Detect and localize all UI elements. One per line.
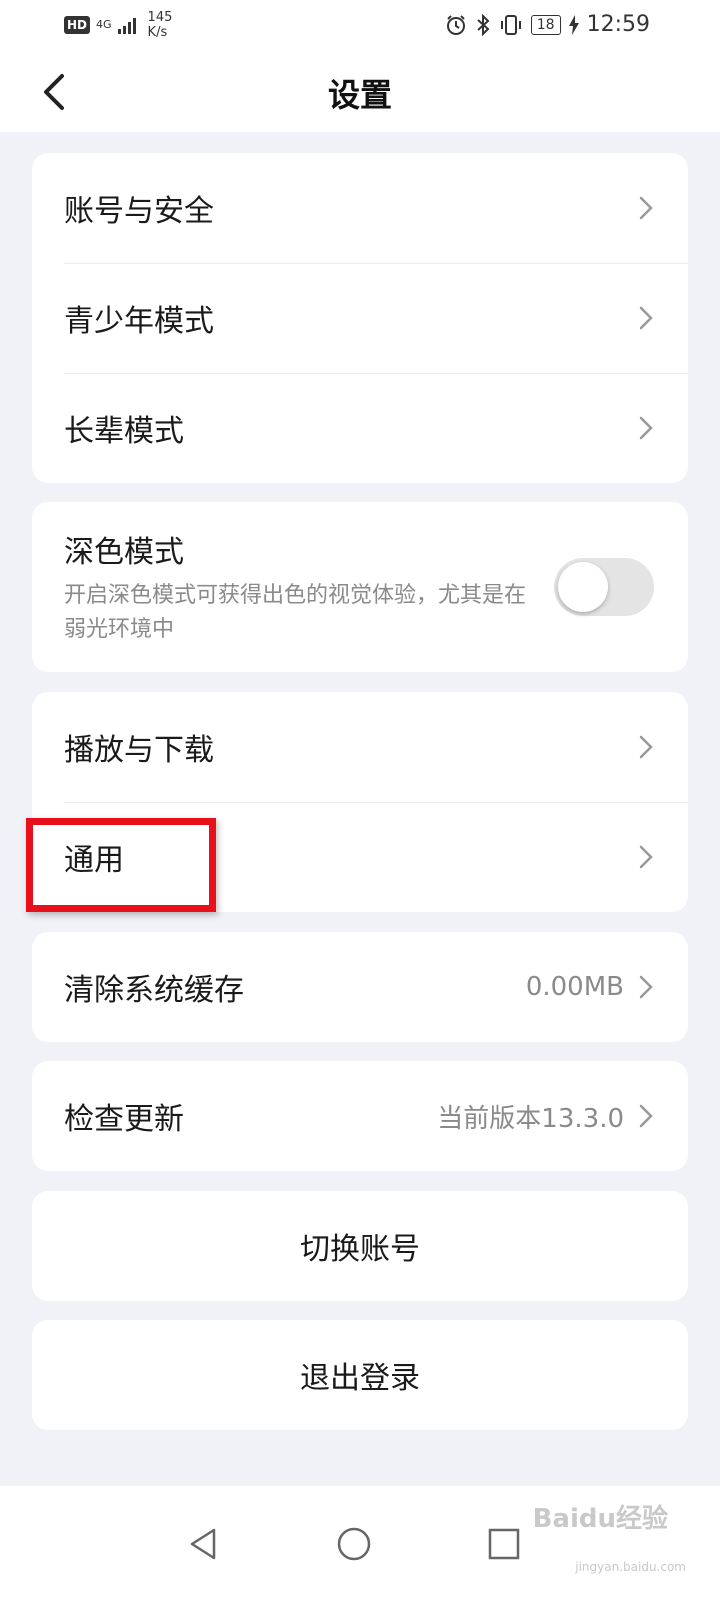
status-bar: HD 4G 145 K/s 18 12:59 bbox=[0, 0, 720, 52]
cache-size-value: 0.00MB bbox=[525, 972, 624, 1002]
hd-badge: HD bbox=[64, 16, 91, 34]
clock: 12:59 bbox=[586, 12, 650, 37]
charging-icon bbox=[568, 14, 579, 35]
check-update-item[interactable]: 检查更新 当前版本13.3.0 bbox=[32, 1061, 688, 1171]
chevron-right-icon bbox=[639, 845, 653, 869]
dark-mode-text: 深色模式 开启深色模式可获得出色的视觉体验，尤其是在弱光环境中 bbox=[64, 527, 554, 647]
teen-mode-label: 青少年模式 bbox=[64, 304, 214, 339]
alarm-icon bbox=[446, 14, 465, 35]
chevron-right-icon bbox=[639, 196, 653, 220]
chevron-right-icon bbox=[639, 306, 653, 330]
switch-account-label: 切换账号 bbox=[300, 1232, 420, 1267]
logout-button[interactable]: 退出登录 bbox=[32, 1320, 688, 1430]
switch-account-button[interactable]: 切换账号 bbox=[32, 1191, 688, 1301]
cache-card: 清除系统缓存 0.00MB bbox=[32, 932, 688, 1042]
chevron-right-icon bbox=[639, 975, 653, 999]
page-title: 设置 bbox=[327, 76, 392, 114]
update-card: 检查更新 当前版本13.3.0 bbox=[32, 1061, 688, 1171]
general-item[interactable]: 通用 bbox=[32, 802, 688, 912]
vibrate-icon bbox=[500, 14, 521, 35]
playback-download-label: 播放与下载 bbox=[64, 733, 214, 768]
speed-value: 145 bbox=[147, 10, 173, 25]
clear-cache-label: 清除系统缓存 bbox=[64, 973, 244, 1008]
baidu-watermark-url: jingyan.baidu.com bbox=[575, 1560, 686, 1574]
general-settings-card: 播放与下载 通用 bbox=[32, 692, 688, 912]
status-right: 18 12:59 bbox=[445, 12, 650, 37]
nav-recents-icon[interactable] bbox=[484, 1524, 524, 1564]
switch-account-card: 切换账号 bbox=[32, 1191, 688, 1301]
account-security-item[interactable]: 账号与安全 bbox=[32, 153, 688, 263]
chevron-right-icon bbox=[639, 735, 653, 759]
signal-icon bbox=[117, 18, 136, 34]
check-update-label: 检查更新 bbox=[64, 1102, 184, 1137]
elder-mode-item[interactable]: 长辈模式 bbox=[32, 373, 688, 483]
top-bar: 设置 bbox=[0, 52, 720, 132]
chevron-right-icon bbox=[639, 416, 653, 440]
chevron-right-icon bbox=[639, 1104, 653, 1128]
toggle-knob bbox=[558, 562, 608, 612]
dark-mode-description: 开启深色模式可获得出色的视觉体验，尤其是在弱光环境中 bbox=[64, 583, 527, 642]
dark-mode-item: 深色模式 开启深色模式可获得出色的视觉体验，尤其是在弱光环境中 bbox=[32, 502, 688, 672]
status-left: HD 4G 145 K/s bbox=[64, 10, 172, 40]
logout-card: 退出登录 bbox=[32, 1320, 688, 1430]
elder-mode-label: 长辈模式 bbox=[64, 414, 184, 449]
dark-mode-toggle[interactable] bbox=[554, 558, 654, 616]
bluetooth-icon bbox=[477, 13, 490, 36]
network-indicator: 4G bbox=[96, 18, 112, 31]
battery-indicator: 18 bbox=[530, 14, 561, 35]
baidu-watermark: Baidu经验 bbox=[532, 1504, 668, 1534]
speed-unit: K/s bbox=[147, 25, 168, 40]
account-settings-card: 账号与安全 青少年模式 长辈模式 bbox=[32, 153, 688, 483]
nav-home-icon[interactable] bbox=[334, 1524, 374, 1564]
teen-mode-item[interactable]: 青少年模式 bbox=[32, 263, 688, 373]
version-value: 当前版本13.3.0 bbox=[437, 1103, 624, 1134]
dark-mode-card: 深色模式 开启深色模式可获得出色的视觉体验，尤其是在弱光环境中 bbox=[32, 502, 688, 672]
general-label: 通用 bbox=[64, 843, 124, 878]
nav-back-icon[interactable] bbox=[184, 1524, 224, 1564]
logout-label: 退出登录 bbox=[300, 1361, 420, 1396]
account-security-label: 账号与安全 bbox=[64, 194, 214, 229]
clear-cache-item[interactable]: 清除系统缓存 0.00MB bbox=[32, 932, 688, 1042]
dark-mode-title: 深色模式 bbox=[64, 535, 184, 570]
network-speed: 145 K/s bbox=[148, 10, 173, 40]
playback-download-item[interactable]: 播放与下载 bbox=[32, 692, 688, 802]
